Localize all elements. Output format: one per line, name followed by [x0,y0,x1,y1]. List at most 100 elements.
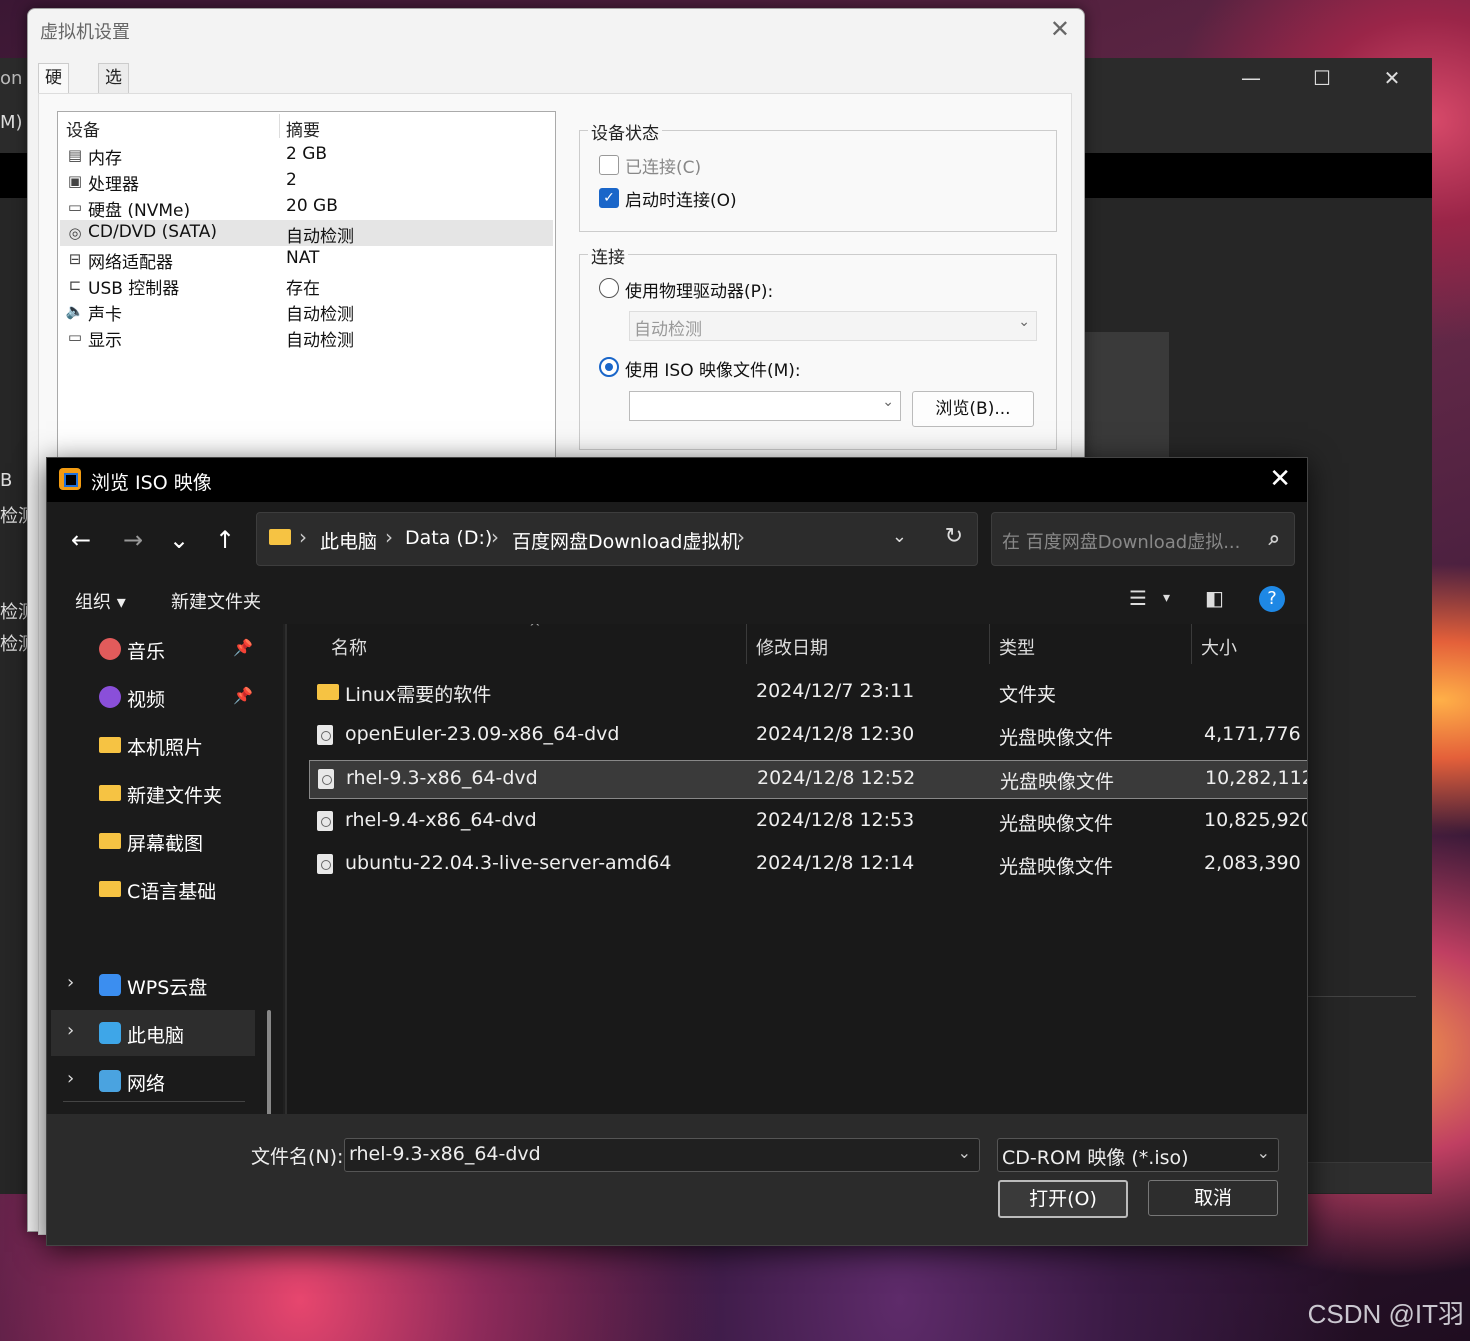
organize-menu[interactable]: 组织 ▾ [75,588,126,614]
view-options-chevron-icon[interactable]: ▾ [1163,590,1170,618]
column-header-size[interactable]: 大小 [1201,634,1237,660]
nav-item[interactable]: 视频 📌 [47,674,257,720]
device-row[interactable]: ⊏ USB 控制器 存在 [60,272,553,299]
iso-path-combo[interactable]: ⌄ [629,391,901,421]
back-arrow-icon[interactable]: ← [61,520,101,560]
device-row[interactable]: ⊟ 网络适配器 NAT [60,246,553,273]
view-list-icon[interactable]: ☰ [1129,586,1147,614]
column-divider[interactable] [746,624,747,664]
column-divider[interactable] [989,624,990,664]
menu-stub[interactable]: M) [0,112,23,133]
nav-root-item[interactable]: › 此电脑 [51,1010,255,1056]
search-input[interactable]: 在 百度网盘Download虚拟... ⌕ [991,512,1295,566]
connection-label: 连接 [588,243,628,268]
summary-column-header[interactable]: 摘要 [286,116,320,141]
refresh-icon[interactable]: ↻ [945,524,963,549]
open-button[interactable]: 打开(O) [998,1180,1128,1218]
breadcrumb-folder[interactable]: 百度网盘Download虚拟机 [512,527,739,554]
new-folder-button[interactable]: 新建文件夹 [171,588,261,614]
file-name: Linux需要的软件 [345,684,492,706]
help-icon[interactable]: ? [1259,586,1285,612]
file-row[interactable]: ubuntu-22.04.3-live-server-amd64 2024/12/… [309,846,1307,883]
usb-icon: ⊏ [68,276,82,294]
device-name: 网络适配器 [88,253,173,273]
chevron-right-icon[interactable]: › [67,1068,74,1089]
up-arrow-icon[interactable]: ↑ [205,520,245,560]
minimize-button[interactable]: — [1216,58,1286,98]
chevron-right-icon[interactable]: › [67,972,74,993]
breadcrumb-chevron-icon: › [737,525,745,549]
device-row[interactable]: ▭ 显示 自动检测 [60,324,553,351]
chevron-right-icon[interactable]: › [67,1020,74,1041]
filename-label: 文件名(N): [251,1146,344,1168]
tab-options[interactable]: 选项 [98,63,129,116]
hard-disk-icon: ▭ [67,198,83,216]
recent-locations-chevron-icon[interactable]: ⌄ [159,520,199,560]
connect-at-power-on-checkbox[interactable]: ✓ [599,188,619,208]
column-header-modified[interactable]: 修改日期 [756,634,828,660]
column-header-type[interactable]: 类型 [999,634,1035,660]
file-type: 光盘映像文件 [999,727,1114,749]
device-row[interactable]: ▭ 硬盘 (NVMe) 20 GB [60,194,553,221]
file-modified: 2024/12/8 12:14 [756,852,915,874]
nav-root-item[interactable]: › WPS云盘 [47,962,257,1008]
preview-pane-icon[interactable]: ◧ [1205,586,1224,614]
filename-input[interactable]: rhel-9.3-x86_64-dvd ⌄ [344,1138,980,1172]
physical-drive-select[interactable]: 自动检测 ⌄ [629,311,1037,341]
file-row[interactable]: rhel-9.4-x86_64-dvd 2024/12/8 12:53 光盘映像文件… [309,803,1307,840]
nav-item[interactable]: 屏幕截图 [47,818,257,864]
nav-item[interactable]: C语言基础 [47,866,257,912]
maximize-button[interactable]: ☐ [1287,58,1357,98]
device-row[interactable]: ◎ CD/DVD (SATA) 自动检测 [60,220,553,247]
device-row[interactable]: 🔈 声卡 自动检测 [60,298,553,325]
chevron-down-icon[interactable]: ⌄ [958,1143,971,1162]
nav-item-label: 此电脑 [127,1025,185,1047]
device-summary: NAT [286,248,320,268]
file-name: rhel-9.4-x86_64-dvd [345,809,537,831]
nav-item[interactable]: 新建文件夹 [47,770,257,816]
file-type-filter-value: CD-ROM 映像 (*.iso) [1002,1147,1189,1169]
address-dropdown-icon[interactable]: ⌄ [892,526,907,547]
chevron-down-icon: ⌄ [1018,314,1030,330]
dialog-close-button[interactable]: ✕ [1269,464,1291,494]
forward-arrow-icon[interactable]: → [113,520,153,560]
disc-image-icon [317,811,333,831]
address-bar[interactable]: › 此电脑 › Data (D:) › 百度网盘Download虚拟机 › ⌄ … [256,512,978,566]
file-row[interactable]: Linux需要的软件 2024/12/7 23:11 文件夹 [309,674,1307,711]
pin-icon[interactable]: 📌 [233,638,253,657]
vm-settings-close-button[interactable]: ✕ [1050,15,1070,43]
nav-item[interactable]: 本机照片 [47,722,257,768]
folder-icon [99,785,121,801]
column-header-name[interactable]: 名称 [331,634,367,660]
connected-checkbox[interactable] [599,155,619,175]
breadcrumb-drive[interactable]: Data (D:) [405,527,492,549]
breadcrumb-this-pc[interactable]: 此电脑 [320,527,377,554]
dialog-titlebar: 浏览 ISO 映像 ✕ [47,458,1307,502]
file-type-filter-select[interactable]: CD-ROM 映像 (*.iso) ⌄ [997,1138,1279,1172]
pin-icon[interactable]: 📌 [233,686,253,705]
device-summary: 自动检测 [286,227,354,247]
browse-button[interactable]: 浏览(B)... [912,391,1034,427]
device-column-header[interactable]: 设备 [66,116,100,141]
column-divider[interactable] [1191,624,1192,664]
device-status-group: 设备状态 已连接(C) ✓ 启动时连接(O) [579,119,1057,232]
iso-image-radio[interactable] [599,357,619,377]
chevron-down-icon: ⌄ [882,394,894,410]
vmware-app-icon [59,468,81,490]
cancel-button[interactable]: 取消 [1148,1180,1278,1216]
device-row[interactable]: ▣ 处理器 2 [60,168,553,195]
tab-hardware[interactable]: 硬件 [38,63,69,116]
sort-ascending-icon: ^ [529,624,541,636]
folder-icon [99,881,121,897]
file-row[interactable]: openEuler-23.09-x86_64-dvd 2024/12/8 12:3… [309,717,1307,754]
device-name: 显示 [88,331,122,351]
physical-drive-radio[interactable] [599,278,619,298]
search-icon[interactable]: ⌕ [1269,526,1280,550]
file-row[interactable]: rhel-9.3-x86_64-dvd 2024/12/8 12:52 光盘映像文件… [309,760,1307,799]
video-icon [99,686,121,708]
device-row[interactable]: ▤ 内存 2 GB [60,142,553,169]
device-name: CD/DVD (SATA) [88,222,217,242]
nav-item[interactable]: 音乐 📌 [47,626,257,672]
close-button[interactable]: ✕ [1357,58,1427,98]
nav-root-item[interactable]: › 网络 [47,1058,257,1104]
